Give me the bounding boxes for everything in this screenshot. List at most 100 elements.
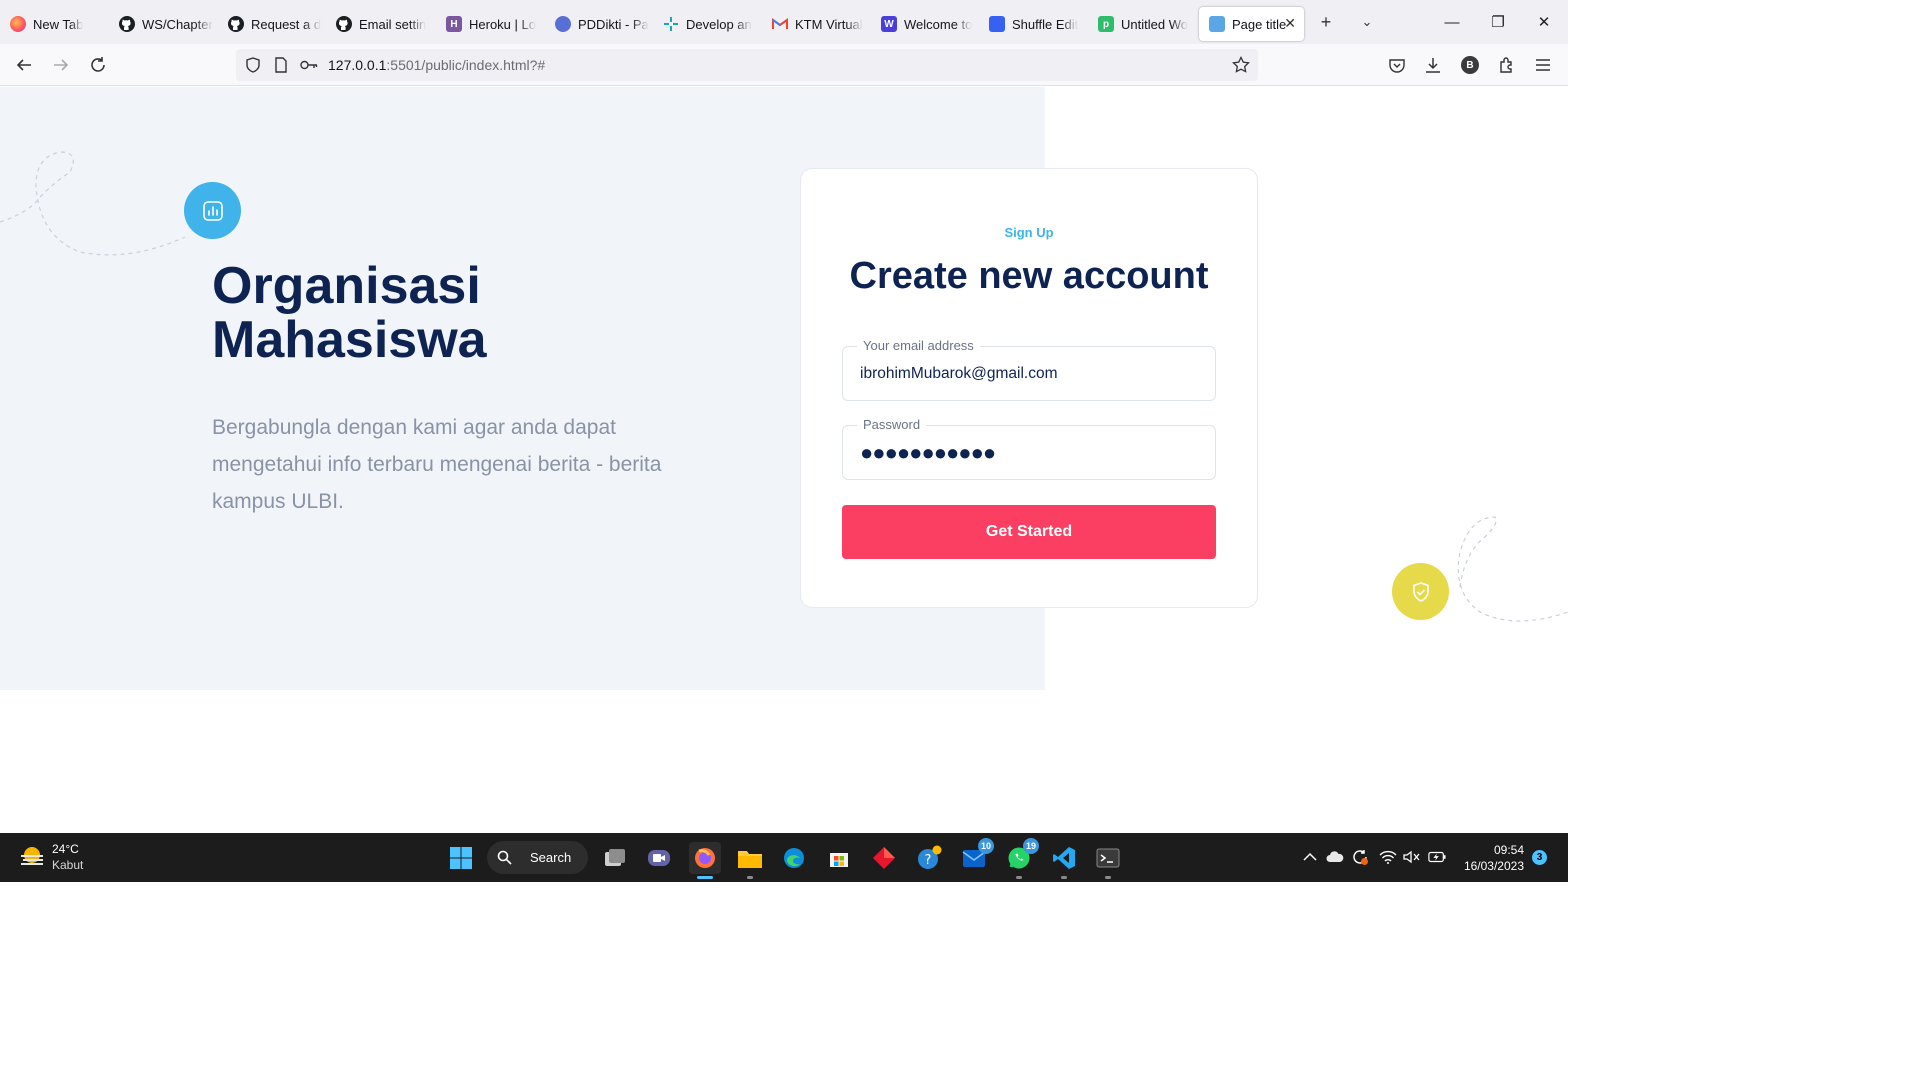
menu-button[interactable] [1531,53,1555,77]
sync-tray[interactable] [1351,848,1369,866]
arrow-right-icon [54,59,69,71]
pocket-icon [1389,59,1405,73]
tab-develop[interactable]: Develop an [653,7,757,41]
tab-title: PDDikti - Pa [578,16,649,32]
tab-email-settings[interactable]: Email settin [326,7,430,41]
github-icon [228,16,244,32]
taskbar-search[interactable]: Search [487,841,588,874]
onedrive-tray[interactable] [1326,848,1344,866]
close-tab-icon[interactable]: ✕ [1284,15,1296,32]
fog-sun-icon [21,847,43,865]
url-path: :5501/public/index.html?# [386,57,546,73]
vscode-icon [1053,847,1075,869]
diamond-app-icon [873,847,895,869]
shield-icon[interactable] [244,56,262,74]
firefox-icon [695,848,715,868]
browser-tab-strip: New Tab WS/Chapter Request a d Email set… [0,0,1568,44]
bookmark-star-icon[interactable] [1232,56,1250,74]
store-icon [830,853,848,867]
tab-ktm-virtual[interactable]: KTM Virtual [762,7,866,41]
arrow-left-icon [16,59,31,71]
puzzle-icon [1500,57,1512,73]
tab-request[interactable]: Request a d [218,7,322,41]
close-window-button[interactable]: ✕ [1529,8,1559,36]
firefox-taskbar-button[interactable] [689,842,721,879]
password-label: Password [857,417,927,432]
forward-button[interactable] [49,53,73,77]
battery-tray[interactable] [1428,848,1446,866]
running-indicator [1105,876,1111,879]
extensions-button[interactable] [1495,53,1519,77]
downloads-button[interactable] [1421,53,1445,77]
url-bar[interactable]: 127.0.0.1:5501/public/index.html?# [236,49,1258,81]
tab-new-tab[interactable]: New Tab [0,7,104,41]
outlook-button[interactable]: 10 [958,838,994,874]
tab-title: Request a d [251,16,322,32]
shield-check-icon [1412,581,1429,602]
get-help-button[interactable]: ? [913,842,945,874]
help-icon: ? [918,845,942,869]
new-tab-button[interactable]: + [1314,10,1338,34]
minimize-button[interactable]: — [1437,8,1467,36]
tab-ws-chapter[interactable]: WS/Chapter [109,7,213,41]
shuffle-icon [989,16,1005,32]
cloud-icon [1326,851,1344,862]
browser-nav-bar: 127.0.0.1:5501/public/index.html?# B [0,44,1568,86]
search-icon [497,850,512,865]
edge-button[interactable] [778,842,810,874]
whatsapp-button[interactable]: 19 [1003,838,1039,879]
teams-chat-button[interactable] [643,842,675,874]
github-icon [119,16,135,32]
password-field[interactable]: Password ●●●●●●●●●●● [842,417,1216,480]
tab-welcome[interactable]: W Welcome to [871,7,975,41]
download-icon [1426,58,1440,73]
app-diamond-button[interactable] [868,842,900,874]
terminal-icon [1096,848,1120,868]
tab-shuffle-editor[interactable]: Shuffle Edit [979,7,1083,41]
terminal-button[interactable] [1092,842,1124,879]
reload-button[interactable] [86,53,110,77]
profile-button[interactable]: B [1458,53,1482,77]
file-explorer-button[interactable] [734,842,766,879]
taskbar-clock[interactable]: 09:54 16/03/2023 [1464,842,1524,874]
signup-eyebrow: Sign Up [1004,225,1054,240]
tab-page-title[interactable]: Page title ✕ [1199,7,1304,41]
volume-tray[interactable] [1403,848,1421,866]
tab-title: Develop an [686,16,752,32]
wifi-tray[interactable] [1379,848,1397,866]
get-started-button[interactable]: Get Started [842,505,1216,559]
url-text[interactable]: 127.0.0.1:5501/public/index.html?# [328,57,545,73]
vscode-button[interactable] [1048,842,1080,879]
heroku-icon: H [446,16,462,32]
dashed-curve-decoration [0,151,186,256]
tab-pddikti[interactable]: PDDikti - Pa [545,7,649,41]
email-field[interactable]: Your email address ibrohimMubarok@gmail.… [842,338,1216,401]
url-host: 127.0.0.1 [328,57,387,73]
tab-heroku[interactable]: H Heroku | Lo [436,7,540,41]
microsoft-store-button[interactable] [823,842,855,874]
tab-untitled[interactable]: p Untitled Wo [1088,7,1192,41]
page-icon [1209,16,1225,32]
pocket-button[interactable] [1385,53,1409,77]
video-chat-icon [648,850,670,866]
start-button[interactable] [445,842,477,874]
svg-text:?: ? [925,853,932,868]
hero-description: Bergabungla dengan kami agar anda dapat … [212,416,662,513]
task-view-button[interactable] [599,842,631,874]
restore-button[interactable]: ❐ [1483,8,1513,36]
chart-badge [184,182,241,239]
notification-count-badge[interactable]: 3 [1532,850,1547,865]
page-info-icon[interactable] [272,56,290,74]
key-icon[interactable] [300,56,318,74]
show-hidden-icons-button[interactable] [1301,848,1319,866]
weather-widget[interactable] [16,841,48,873]
hamburger-icon [1536,59,1550,71]
tab-title: Untitled Wo [1121,16,1188,32]
back-button[interactable] [12,53,36,77]
password-value: ●●●●●●●●●●● [860,440,996,465]
wifi-icon [1379,850,1397,864]
gmail-icon [772,16,788,32]
reload-icon [91,57,105,72]
list-tabs-button[interactable]: ⌄ [1355,10,1379,34]
chevron-up-icon [1303,852,1317,861]
